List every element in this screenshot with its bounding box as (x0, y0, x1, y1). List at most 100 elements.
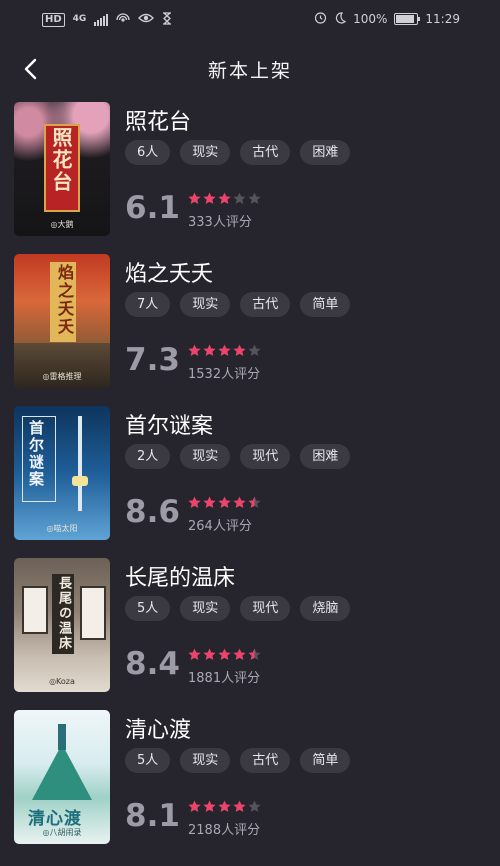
cover-author: ◎大鹅 (50, 220, 74, 229)
script-title: 清心渡 (125, 718, 192, 743)
battery-icon (394, 13, 421, 25)
tag-players: 5人 (125, 748, 171, 773)
tag-list: 2人 现实 现代 困难 (125, 444, 351, 469)
star-rating (188, 192, 261, 205)
tag-era: 古代 (240, 292, 291, 317)
moon-icon (334, 11, 347, 27)
star-rating (188, 648, 261, 661)
star-half-icon (248, 496, 261, 509)
tag-era: 古代 (240, 140, 291, 165)
star-empty-icon (248, 344, 261, 357)
star-filled-icon (218, 648, 231, 661)
score: 6.1 (125, 190, 180, 226)
star-empty-icon (248, 192, 261, 205)
hd-icon: HD (42, 12, 65, 27)
list-item[interactable]: 焰之夭夭 ◎雷格推理 焰之夭夭 7人 现实 古代 简单 7.3 1532人评分 (0, 252, 500, 404)
cover-image: 首尔谜案 ◎喵太阳 (14, 406, 110, 540)
star-rating (188, 344, 261, 357)
star-rating (188, 496, 261, 509)
rating-count: 2188人评分 (188, 823, 261, 838)
screen: HD 4G 100% 11:29 新本上架 照花台 ◎大鹅 照花台 6人 现实 … (0, 0, 500, 866)
cover-title: 清心渡 (28, 809, 82, 829)
star-filled-icon (188, 192, 201, 205)
script-title: 焰之夭夭 (125, 262, 214, 287)
cover-title: 首尔谜案 (27, 420, 45, 488)
cover-title: 焰之夭夭 (55, 264, 74, 336)
script-title: 首尔谜案 (125, 414, 214, 439)
battery-percent: 100% (353, 12, 388, 26)
status-left: HD 4G (42, 11, 172, 28)
star-filled-icon (188, 648, 201, 661)
star-filled-icon (203, 344, 216, 357)
score: 8.6 (125, 494, 180, 530)
cover-author: ◎喵太阳 (46, 524, 78, 533)
signal-icon (94, 13, 109, 26)
star-half-icon (248, 648, 261, 661)
star-filled-icon (233, 496, 246, 509)
tag-players: 2人 (125, 444, 171, 469)
rating-count: 1532人评分 (188, 367, 261, 382)
status-bar: HD 4G 100% 11:29 (0, 0, 500, 38)
star-empty-icon (248, 800, 261, 813)
star-empty-icon (233, 192, 246, 205)
tag-genre: 现实 (180, 444, 231, 469)
list-item[interactable]: 照花台 ◎大鹅 照花台 6人 现实 古代 困难 6.1 333人评分 (0, 100, 500, 252)
score: 8.4 (125, 646, 180, 682)
cover-author: ◎八胡闹录 (42, 828, 82, 837)
star-filled-icon (218, 344, 231, 357)
cover-image: 照花台 ◎大鹅 (14, 102, 110, 236)
hourglass-icon (162, 11, 172, 28)
star-rating (188, 800, 261, 813)
star-filled-icon (218, 496, 231, 509)
rating-count: 264人评分 (188, 519, 252, 534)
cover-image: 長尾の温床 ◎Koza (14, 558, 110, 692)
star-filled-icon (233, 800, 246, 813)
script-title: 长尾的温床 (125, 566, 236, 591)
tag-players: 6人 (125, 140, 171, 165)
cover-image: 清心渡 ◎八胡闹录 (14, 710, 110, 844)
score: 8.1 (125, 798, 180, 834)
tag-difficulty: 烧脑 (300, 596, 351, 621)
tag-genre: 现实 (180, 748, 231, 773)
star-filled-icon (218, 800, 231, 813)
cover-author: ◎雷格推理 (42, 372, 82, 381)
tag-list: 5人 现实 现代 烧脑 (125, 596, 351, 621)
star-filled-icon (203, 800, 216, 813)
star-filled-icon (188, 496, 201, 509)
rating-count: 1881人评分 (188, 671, 261, 686)
star-filled-icon (203, 192, 216, 205)
tag-genre: 现实 (180, 140, 231, 165)
tag-players: 7人 (125, 292, 171, 317)
list-item[interactable]: 清心渡 ◎八胡闹录 清心渡 5人 现实 古代 简单 8.1 2188人评分 (0, 708, 500, 860)
alarm-icon (314, 11, 327, 27)
list-item[interactable]: 長尾の温床 ◎Koza 长尾的温床 5人 现实 现代 烧脑 8.4 1881人评… (0, 556, 500, 708)
nav-bar: 新本上架 (0, 38, 500, 100)
star-filled-icon (233, 648, 246, 661)
star-filled-icon (188, 800, 201, 813)
cover-author: ◎Koza (49, 677, 75, 686)
star-filled-icon (203, 648, 216, 661)
tag-list: 6人 现实 古代 困难 (125, 140, 351, 165)
cover-title: 照花台 (49, 127, 73, 193)
tag-genre: 现实 (180, 596, 231, 621)
rating-count: 333人评分 (188, 215, 252, 230)
score: 7.3 (125, 342, 180, 378)
status-right: 100% 11:29 (314, 11, 460, 27)
hotspot-icon (116, 11, 130, 28)
tag-difficulty: 困难 (300, 444, 351, 469)
script-title: 照花台 (125, 110, 192, 135)
page-title: 新本上架 (207, 60, 292, 82)
tag-era: 古代 (240, 748, 291, 773)
list-item[interactable]: 首尔谜案 ◎喵太阳 首尔谜案 2人 现实 现代 困难 8.6 264人评分 (0, 404, 500, 556)
tag-era: 现代 (240, 444, 291, 469)
tag-genre: 现实 (180, 292, 231, 317)
tag-difficulty: 简单 (300, 292, 351, 317)
star-filled-icon (188, 344, 201, 357)
cover-title: 長尾の温床 (56, 576, 71, 651)
eye-comfort-icon (138, 12, 155, 27)
tag-list: 5人 现实 古代 简单 (125, 748, 351, 773)
tag-difficulty: 简单 (300, 748, 351, 773)
tag-players: 5人 (125, 596, 171, 621)
star-filled-icon (233, 344, 246, 357)
star-filled-icon (218, 192, 231, 205)
